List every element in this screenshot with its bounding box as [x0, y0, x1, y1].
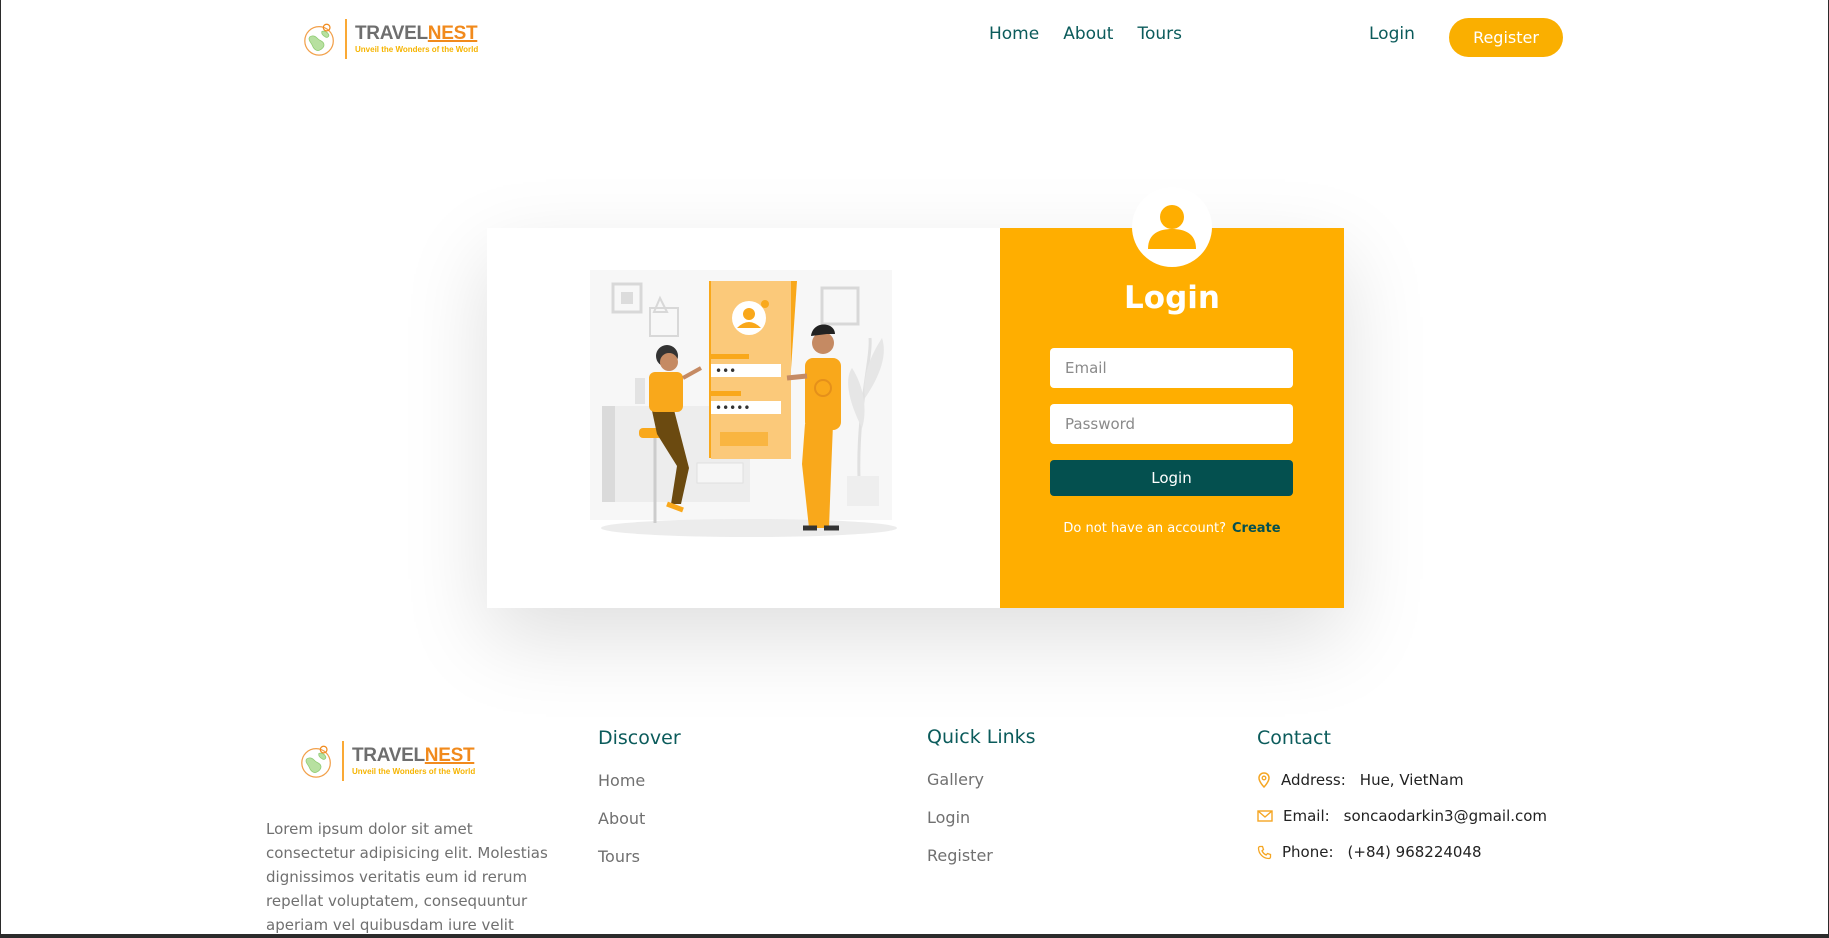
map-pin-icon [1258, 772, 1270, 788]
footer-link-register[interactable]: Register [927, 846, 1036, 865]
nav-tours[interactable]: Tours [1137, 24, 1182, 44]
password-field[interactable] [1050, 404, 1293, 444]
footer-link-about[interactable]: About [598, 809, 681, 828]
logo-divider [342, 741, 344, 781]
no-account-text: Do not have an account? [1063, 521, 1226, 536]
page: TRAVELNEST Unveil the Wonders of the Wor… [1, 0, 1828, 934]
phone-icon [1257, 845, 1272, 859]
address-label: Address: [1281, 771, 1346, 789]
logo-text: TRAVELNEST Unveil the Wonders of the Wor… [352, 746, 475, 776]
footer-description: Lorem ipsum dolor sit amet consectetur a… [266, 820, 548, 934]
footer-logo[interactable]: TRAVELNEST Unveil the Wonders of the Wor… [298, 741, 475, 781]
contact-email: Email: soncaodarkin3@gmail.com [1257, 807, 1547, 825]
svg-text:•••••: ••••• [715, 401, 750, 415]
footer-link-login[interactable]: Login [927, 808, 1036, 827]
user-avatar [1132, 187, 1212, 267]
login-illustration-image: ••• ••••• [590, 270, 897, 537]
brand-nest: NEST [424, 745, 475, 766]
main-nav: Home About Tours [989, 24, 1182, 44]
globe-logo-icon [304, 23, 334, 56]
email-field[interactable] [1050, 348, 1293, 388]
contact-heading: Contact [1257, 727, 1331, 749]
footer-contact: Contact Address: Hue, VietNam Email: son… [1257, 727, 1547, 879]
brand-travel: TRAVEL [352, 745, 425, 766]
login-title: Login [1124, 280, 1220, 316]
login-button[interactable]: Login [1050, 460, 1293, 496]
nav-home[interactable]: Home [989, 24, 1039, 44]
footer-discover: Discover Home About Tours [598, 727, 681, 885]
login-illustration: ••• ••••• [487, 228, 1000, 608]
login-panel: Login Login Do not have an account? Creat… [1000, 228, 1344, 608]
user-icon [1148, 205, 1196, 249]
address-value: Hue, VietNam [1359, 771, 1464, 789]
header-register-button[interactable]: Register [1449, 18, 1563, 57]
brand-nest: NEST [427, 23, 478, 44]
logo-divider [345, 19, 347, 59]
signup-prompt: Do not have an account? Create [1000, 521, 1344, 536]
globe-logo-icon [301, 745, 331, 778]
brand-tagline: Unveil the Wonders of the World [355, 45, 479, 54]
footer-link-gallery[interactable]: Gallery [927, 770, 1036, 789]
email-value[interactable]: soncaodarkin3@gmail.com [1344, 807, 1547, 825]
discover-heading: Discover [598, 727, 681, 749]
footer-quick-links: Quick Links Gallery Login Register [927, 726, 1036, 884]
mail-icon [1257, 810, 1273, 822]
contact-address: Address: Hue, VietNam [1257, 771, 1547, 789]
phone-value[interactable]: (+84) 968224048 [1348, 843, 1482, 861]
create-account-link[interactable]: Create [1232, 521, 1281, 536]
svg-text:•••: ••• [715, 364, 736, 378]
email-label: Email: [1283, 807, 1330, 825]
login-card: ••• ••••• Login Email Login Do not have … [487, 228, 1344, 608]
logo-text: TRAVELNEST Unveil the Wonders of the Wor… [355, 24, 478, 54]
brand-tagline: Unveil the Wonders of the World [352, 767, 476, 776]
contact-phone: Phone: (+84) 968224048 [1257, 843, 1547, 861]
footer-link-home[interactable]: Home [598, 771, 681, 790]
nav-about[interactable]: About [1063, 24, 1113, 44]
header-login-link[interactable]: Login [1369, 24, 1415, 44]
phone-label: Phone: [1282, 843, 1334, 861]
footer-link-tours[interactable]: Tours [598, 847, 681, 866]
header-logo[interactable]: TRAVELNEST Unveil the Wonders of the Wor… [301, 19, 478, 59]
quick-links-heading: Quick Links [927, 726, 1036, 748]
brand-travel: TRAVEL [355, 23, 428, 44]
